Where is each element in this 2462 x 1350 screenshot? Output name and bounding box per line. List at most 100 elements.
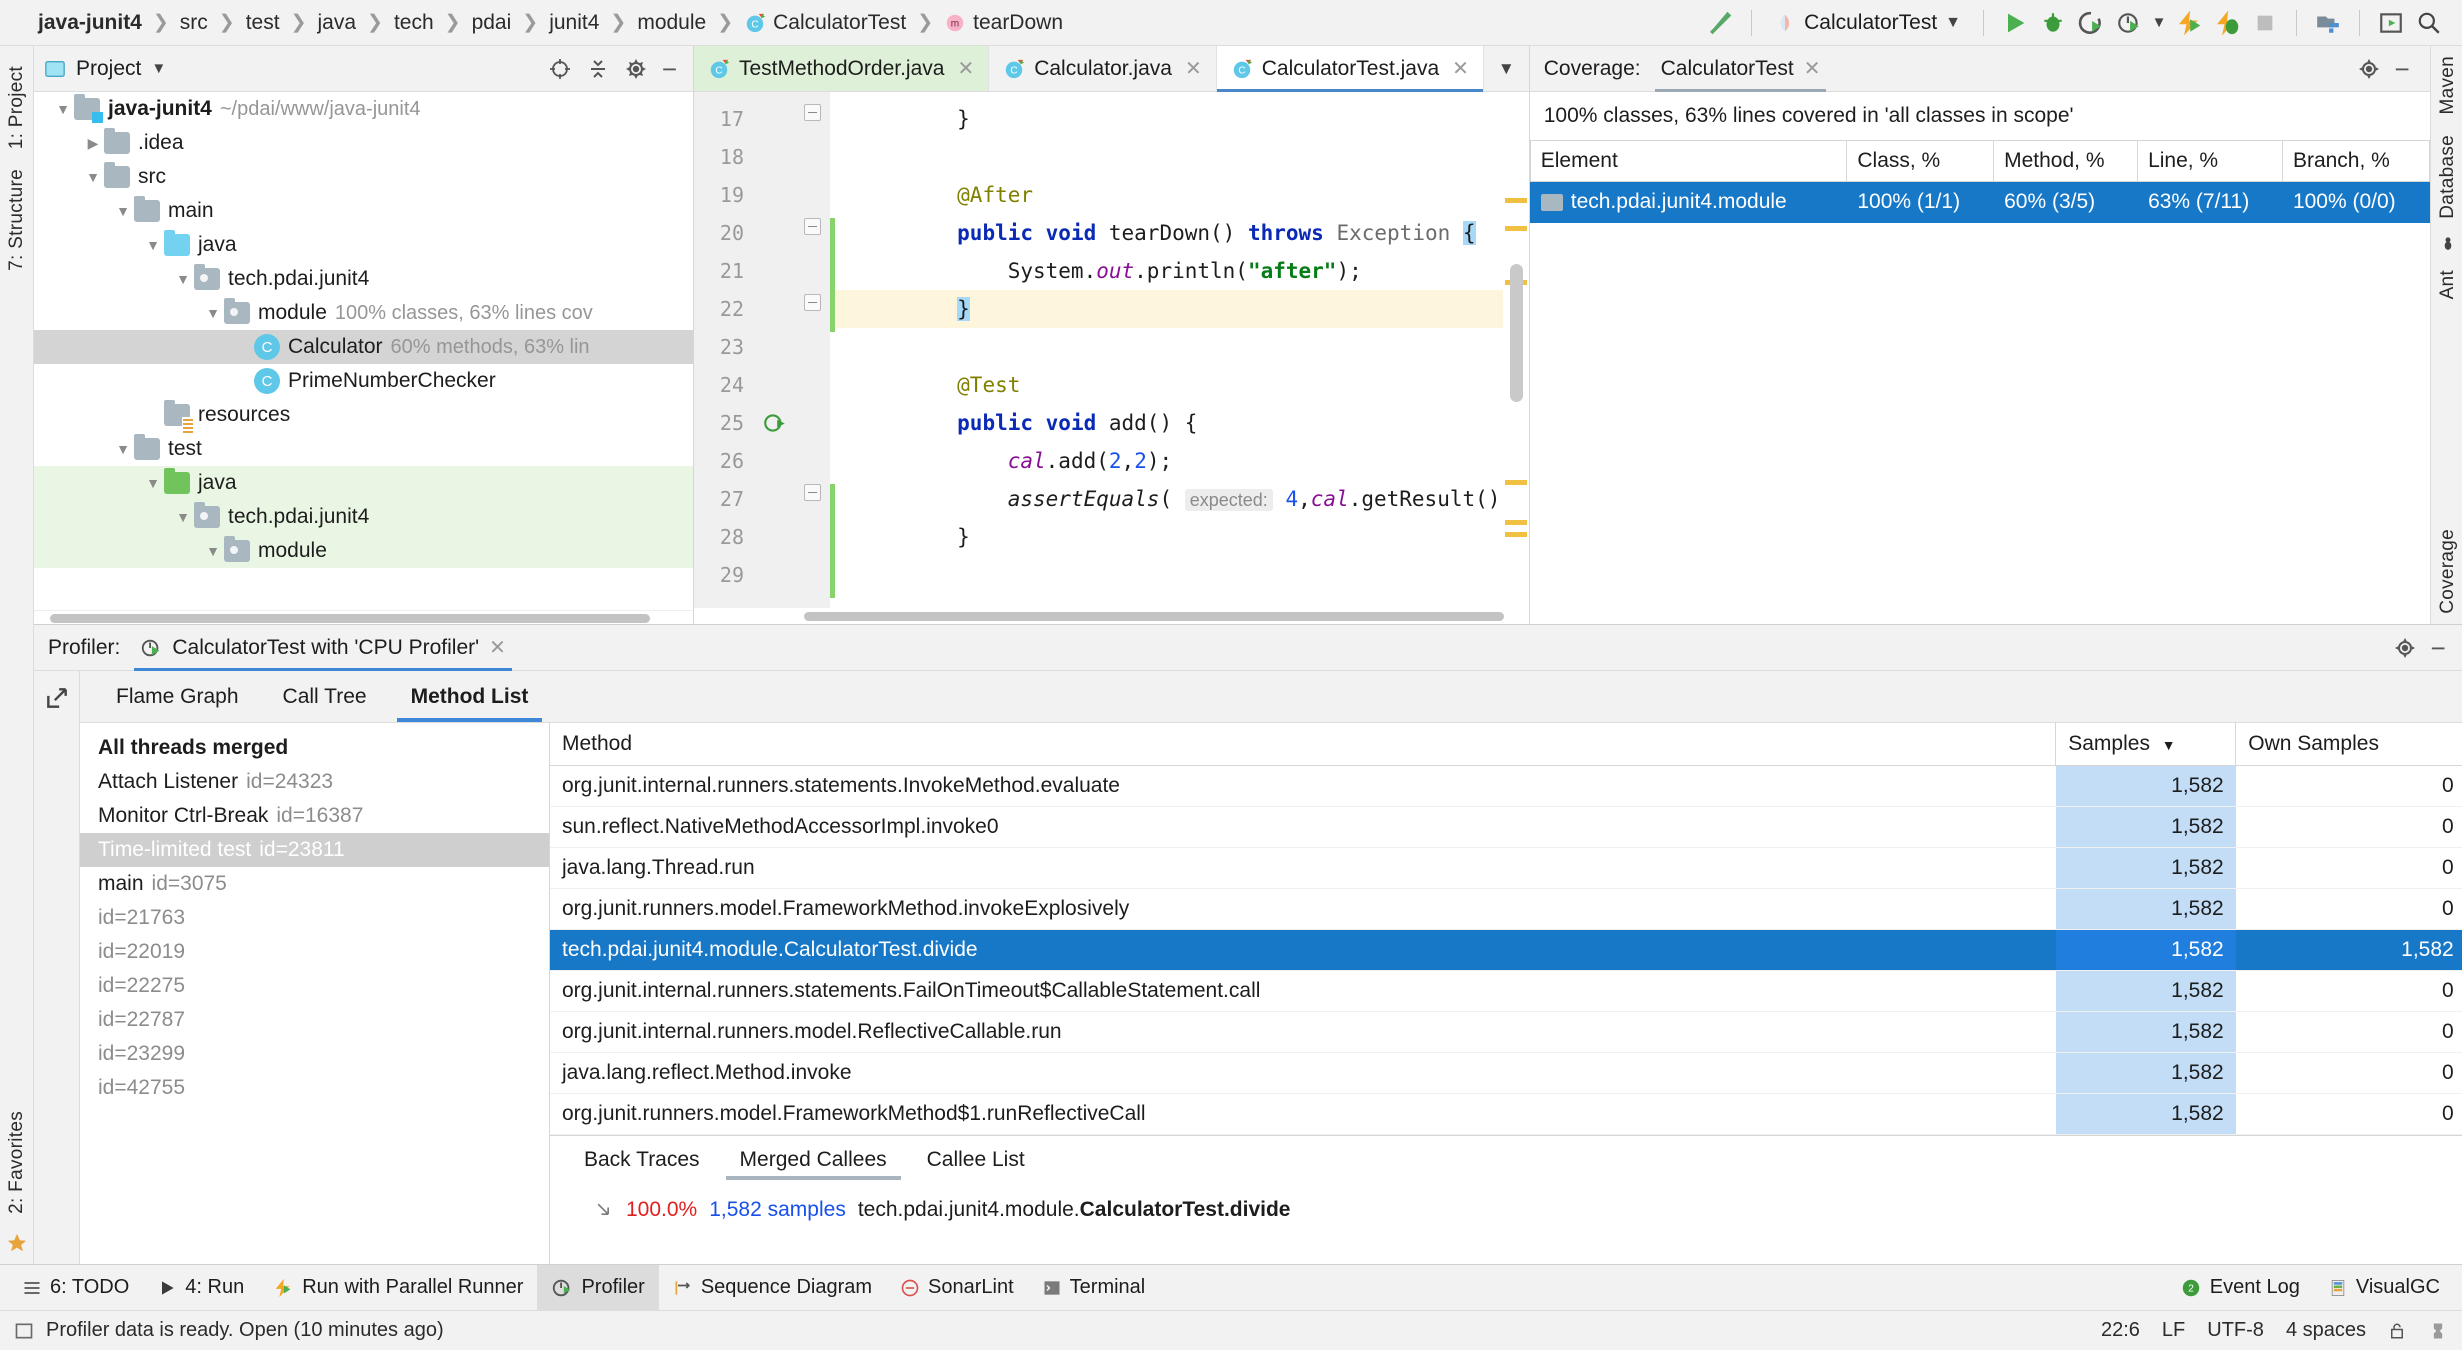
fold-marker[interactable] [804, 294, 821, 311]
tree-node-src[interactable]: ▼src [34, 160, 693, 194]
run-with-coverage-icon[interactable] [2072, 4, 2110, 42]
breadcrumb-item-calculatortest[interactable]: CCalculatorTest [744, 11, 906, 35]
star-icon[interactable] [6, 1224, 28, 1264]
breadcrumb-item-module[interactable]: module [637, 11, 706, 35]
tree-node-test[interactable]: ▼test [34, 432, 693, 466]
rail-button-project[interactable]: 1: Project [6, 56, 28, 159]
callee-tab-merged-callees[interactable]: Merged Callees [720, 1136, 907, 1184]
code-line[interactable]: cal.add(2,2); [830, 442, 1529, 480]
tree-toggle-down-icon[interactable]: ▼ [82, 169, 104, 185]
tool-button-run-with-parallel-runner[interactable]: Run with Parallel Runner [258, 1265, 537, 1311]
tree-node-tech-pdai-junit4[interactable]: ▼tech.pdai.junit4 [34, 500, 693, 534]
thread-list-item[interactable]: id=22019 [80, 935, 549, 969]
method-table-row[interactable]: java.lang.reflect.Method.invoke1,5820 [550, 1053, 2462, 1094]
caret-position[interactable]: 22:6 [2101, 1319, 2140, 1342]
profiler-subtab-method-list[interactable]: Method List [389, 671, 551, 722]
method-table-row[interactable]: java.lang.Thread.run1,5820 [550, 848, 2462, 889]
column-header-samples[interactable]: Samples ▼ [2056, 723, 2236, 766]
method-table-row[interactable]: org.junit.runners.model.FrameworkMethod.… [550, 889, 2462, 930]
breadcrumb-item-java[interactable]: java [318, 11, 357, 35]
breadcrumb-item-pdai[interactable]: pdai [472, 11, 512, 35]
tree-toggle-down-icon[interactable]: ▼ [202, 543, 224, 559]
chevron-down-icon[interactable]: ▼ [2148, 4, 2170, 42]
coverage-row[interactable]: tech.pdai.junit4.module100% (1/1)60% (3/… [1530, 182, 2429, 223]
callee-tab-back-traces[interactable]: Back Traces [564, 1136, 720, 1184]
tree-node-java[interactable]: ▼java [34, 228, 693, 262]
coverage-column-class-[interactable]: Class, % [1847, 141, 1994, 182]
code-folding-column[interactable] [794, 92, 830, 608]
editor-tab-calculator-java[interactable]: CCalculator.java✕ [989, 46, 1217, 91]
indent-setting[interactable]: 4 spaces [2286, 1319, 2366, 1342]
tree-node-calculator[interactable]: CCalculator60% methods, 63% lin [34, 330, 693, 364]
run-gutter[interactable] [756, 92, 794, 608]
breadcrumb-item-teardown[interactable]: mtearDown [944, 11, 1063, 35]
profiler-subtab-flame-graph[interactable]: Flame Graph [94, 671, 261, 722]
editor-tab-testmethodorder-java[interactable]: CTestMethodOrder.java✕ [694, 46, 989, 91]
column-header-own-samples[interactable]: Own Samples [2236, 723, 2462, 766]
rail-button-maven[interactable]: Maven [2437, 46, 2459, 125]
thread-list[interactable]: All threads mergedAttach Listenerid=2432… [80, 723, 550, 1264]
tree-node-primenumberchecker[interactable]: CPrimeNumberChecker [34, 364, 693, 398]
run-anything-icon[interactable] [2372, 4, 2410, 42]
run-icon[interactable] [1996, 4, 2034, 42]
code-line[interactable]: public void add() { [830, 404, 1529, 442]
locate-icon[interactable] [548, 57, 572, 81]
tool-button-4-run[interactable]: 4: Run [143, 1265, 258, 1311]
tree-toggle-down-icon[interactable]: ▼ [52, 101, 74, 117]
thread-list-item[interactable]: Monitor Ctrl-Breakid=16387 [80, 799, 549, 833]
method-table-row[interactable]: org.junit.internal.runners.model.Reflect… [550, 1012, 2462, 1053]
coverage-column-branch-[interactable]: Branch, % [2282, 141, 2429, 182]
tool-button-sonarlint[interactable]: SonarLint [886, 1265, 1028, 1311]
tree-toggle-down-icon[interactable]: ▼ [112, 203, 134, 219]
callee-tab-callee-list[interactable]: Callee List [907, 1136, 1045, 1184]
code-line[interactable] [830, 138, 1529, 176]
merged-callee-row[interactable]: 100.0% 1,582 samples tech.pdai.junit4.mo… [550, 1184, 2462, 1222]
lock-icon[interactable] [2388, 1321, 2406, 1341]
tree-toggle-down-icon[interactable]: ▼ [172, 271, 194, 287]
minimize-icon[interactable]: − [2431, 643, 2446, 653]
run-parallel-icon[interactable] [2170, 4, 2208, 42]
file-encoding[interactable]: UTF-8 [2207, 1319, 2264, 1342]
project-tree-hscrollbar[interactable] [34, 610, 693, 624]
close-icon[interactable]: ✕ [1452, 56, 1469, 81]
editor-scrollbar[interactable] [1503, 92, 1529, 608]
tree-toggle-right-icon[interactable]: ▶ [82, 135, 104, 152]
code-content[interactable]: } @After public void tearDown() throws E… [830, 92, 1529, 608]
tree-toggle-down-icon[interactable]: ▼ [112, 441, 134, 457]
thread-list-item[interactable]: id=21763 [80, 901, 549, 935]
minimize-icon[interactable]: − [2395, 64, 2410, 74]
editor-hscrollbar[interactable] [694, 608, 1529, 624]
fold-marker[interactable] [804, 484, 821, 501]
breadcrumb-item-junit4[interactable]: junit4 [549, 11, 599, 35]
rail-button-coverage[interactable]: Coverage [2437, 519, 2459, 624]
method-table-row[interactable]: org.junit.internal.runners.statements.In… [550, 766, 2462, 807]
chevron-down-icon[interactable]: ▼ [151, 60, 166, 77]
close-icon[interactable]: ✕ [1185, 56, 1202, 81]
project-structure-icon[interactable] [2309, 4, 2347, 42]
rail-button-favorites[interactable]: 2: Favorites [6, 1101, 28, 1224]
tool-button-event-log[interactable]: 2Event Log [2166, 1265, 2314, 1311]
thread-list-item[interactable]: id=22787 [80, 1003, 549, 1037]
close-icon[interactable]: ✕ [957, 56, 974, 81]
search-everywhere-icon[interactable] [2410, 4, 2448, 42]
breadcrumb-item-src[interactable]: src [180, 11, 208, 35]
tool-button-6-todo[interactable]: 6: TODO [8, 1265, 143, 1311]
open-in-new-window-icon[interactable] [44, 685, 70, 1264]
chevron-down-icon[interactable]: ▼ [1945, 14, 1961, 32]
breadcrumb-item-test[interactable]: test [246, 11, 280, 35]
gear-icon[interactable] [2357, 57, 2381, 81]
status-message[interactable]: Profiler data is ready. Open (10 minutes… [46, 1319, 444, 1342]
breadcrumb-item-tech[interactable]: tech [394, 11, 434, 35]
fold-marker[interactable] [804, 104, 821, 121]
thread-list-item[interactable]: Attach Listenerid=24323 [80, 765, 549, 799]
tree-toggle-down-icon[interactable]: ▼ [172, 509, 194, 525]
tree-toggle-down-icon[interactable]: ▼ [142, 237, 164, 253]
tree-node-java[interactable]: ▼java [34, 466, 693, 500]
thread-list-item[interactable]: id=42755 [80, 1071, 549, 1105]
tool-button-profiler[interactable]: Profiler [537, 1265, 658, 1311]
profiler-tab[interactable]: CalculatorTest with 'CPU Profiler' ✕ [134, 625, 512, 671]
profiler-subtab-call-tree[interactable]: Call Tree [261, 671, 389, 722]
profile-icon[interactable] [2110, 4, 2148, 42]
tree-node-tech-pdai-junit4[interactable]: ▼tech.pdai.junit4 [34, 262, 693, 296]
rail-button-database[interactable]: Database [2437, 125, 2459, 229]
